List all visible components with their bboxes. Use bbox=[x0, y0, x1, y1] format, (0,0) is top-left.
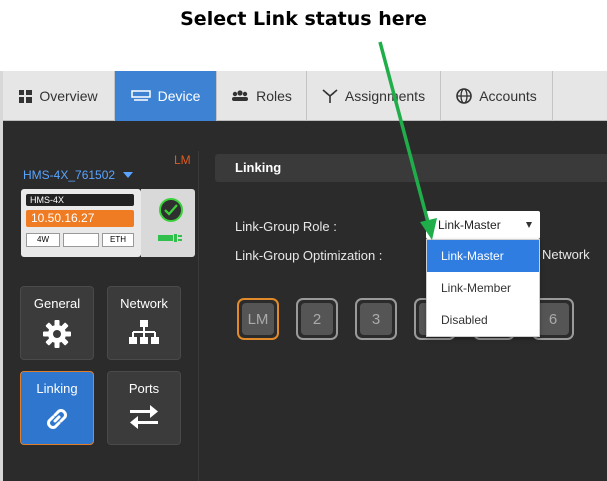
tab-accounts-label: Accounts bbox=[479, 88, 537, 104]
link-slot-label: 3 bbox=[360, 303, 392, 335]
role-select-value: Link-Master bbox=[438, 218, 501, 232]
device-ip: 10.50.16.27 bbox=[26, 210, 134, 227]
device-selector[interactable]: HMS-4X_761502 bbox=[23, 168, 134, 182]
caret-down-icon bbox=[123, 172, 134, 178]
optimization-value[interactable]: Network bbox=[542, 247, 590, 262]
link-slot-1[interactable]: LM bbox=[237, 298, 279, 340]
link-group-role-label: Link-Group Role : bbox=[235, 219, 337, 234]
tab-assignments-label: Assignments bbox=[344, 88, 426, 104]
nav-general-button[interactable]: General bbox=[20, 286, 94, 360]
tab-roles[interactable]: Roles bbox=[217, 71, 307, 121]
grid-icon bbox=[19, 89, 33, 103]
section-title: Linking bbox=[215, 154, 607, 182]
role-dropdown-menu: Link-Master Link-Member Disabled bbox=[426, 239, 540, 337]
link-slot-2[interactable]: 2 bbox=[296, 298, 338, 340]
nav-linking-button[interactable]: Linking bbox=[20, 371, 94, 445]
nav-network-label: Network bbox=[120, 296, 168, 311]
nav-ports-label: Ports bbox=[128, 381, 160, 396]
link-master-badge: LM bbox=[174, 153, 191, 167]
tab-assignments[interactable]: Assignments bbox=[307, 71, 441, 121]
globe-icon bbox=[456, 88, 473, 104]
nav-network-button[interactable]: Network bbox=[107, 286, 181, 360]
assignments-icon bbox=[322, 88, 338, 103]
check-circle-icon bbox=[159, 198, 183, 222]
tab-roles-label: Roles bbox=[256, 88, 292, 104]
tab-overview-label: Overview bbox=[39, 88, 98, 104]
link-plug-icon bbox=[158, 234, 182, 242]
gear-icon bbox=[21, 319, 93, 349]
device-ports: 4W ETH bbox=[26, 233, 134, 247]
port-4w: 4W bbox=[26, 233, 60, 247]
port-empty bbox=[63, 233, 99, 247]
link-slot-label: LM bbox=[242, 303, 274, 335]
device-icon bbox=[130, 90, 151, 101]
swap-arrows-icon bbox=[108, 404, 180, 430]
port-eth: ETH bbox=[102, 233, 134, 247]
device-card[interactable]: HMS-4X 10.50.16.27 4W ETH bbox=[21, 189, 141, 257]
tab-bar: Overview Device Roles Assignments Accoun… bbox=[3, 71, 607, 121]
link-slot-label: 6 bbox=[537, 303, 569, 335]
tab-device[interactable]: Device bbox=[115, 71, 217, 121]
nav-linking-label: Linking bbox=[36, 381, 78, 396]
device-model: HMS-4X bbox=[26, 194, 134, 206]
role-option-link-master[interactable]: Link-Master bbox=[427, 240, 539, 272]
link-group-optimization-label: Link-Group Optimization : bbox=[235, 248, 383, 263]
tab-accounts[interactable]: Accounts bbox=[441, 71, 553, 121]
callout-text: Select Link status here bbox=[180, 8, 427, 30]
link-slot-3[interactable]: 3 bbox=[355, 298, 397, 340]
app-window: Overview Device Roles Assignments Accoun… bbox=[0, 71, 607, 481]
device-name-label: HMS-4X_761502 bbox=[23, 168, 116, 182]
panel-divider bbox=[198, 151, 199, 481]
link-group-role-select[interactable]: Link-Master bbox=[426, 211, 540, 239]
role-option-link-member[interactable]: Link-Member bbox=[427, 272, 539, 304]
tab-overview[interactable]: Overview bbox=[3, 71, 115, 121]
dropdown-arrow-icon bbox=[526, 222, 532, 228]
tab-device-label: Device bbox=[157, 88, 201, 104]
link-icon bbox=[21, 404, 93, 434]
role-option-disabled[interactable]: Disabled bbox=[427, 304, 539, 336]
users-icon bbox=[232, 90, 249, 101]
link-slot-label: 2 bbox=[301, 303, 333, 335]
nav-ports-button[interactable]: Ports bbox=[107, 371, 181, 445]
nav-general-label: General bbox=[33, 296, 81, 311]
network-icon bbox=[108, 319, 180, 347]
